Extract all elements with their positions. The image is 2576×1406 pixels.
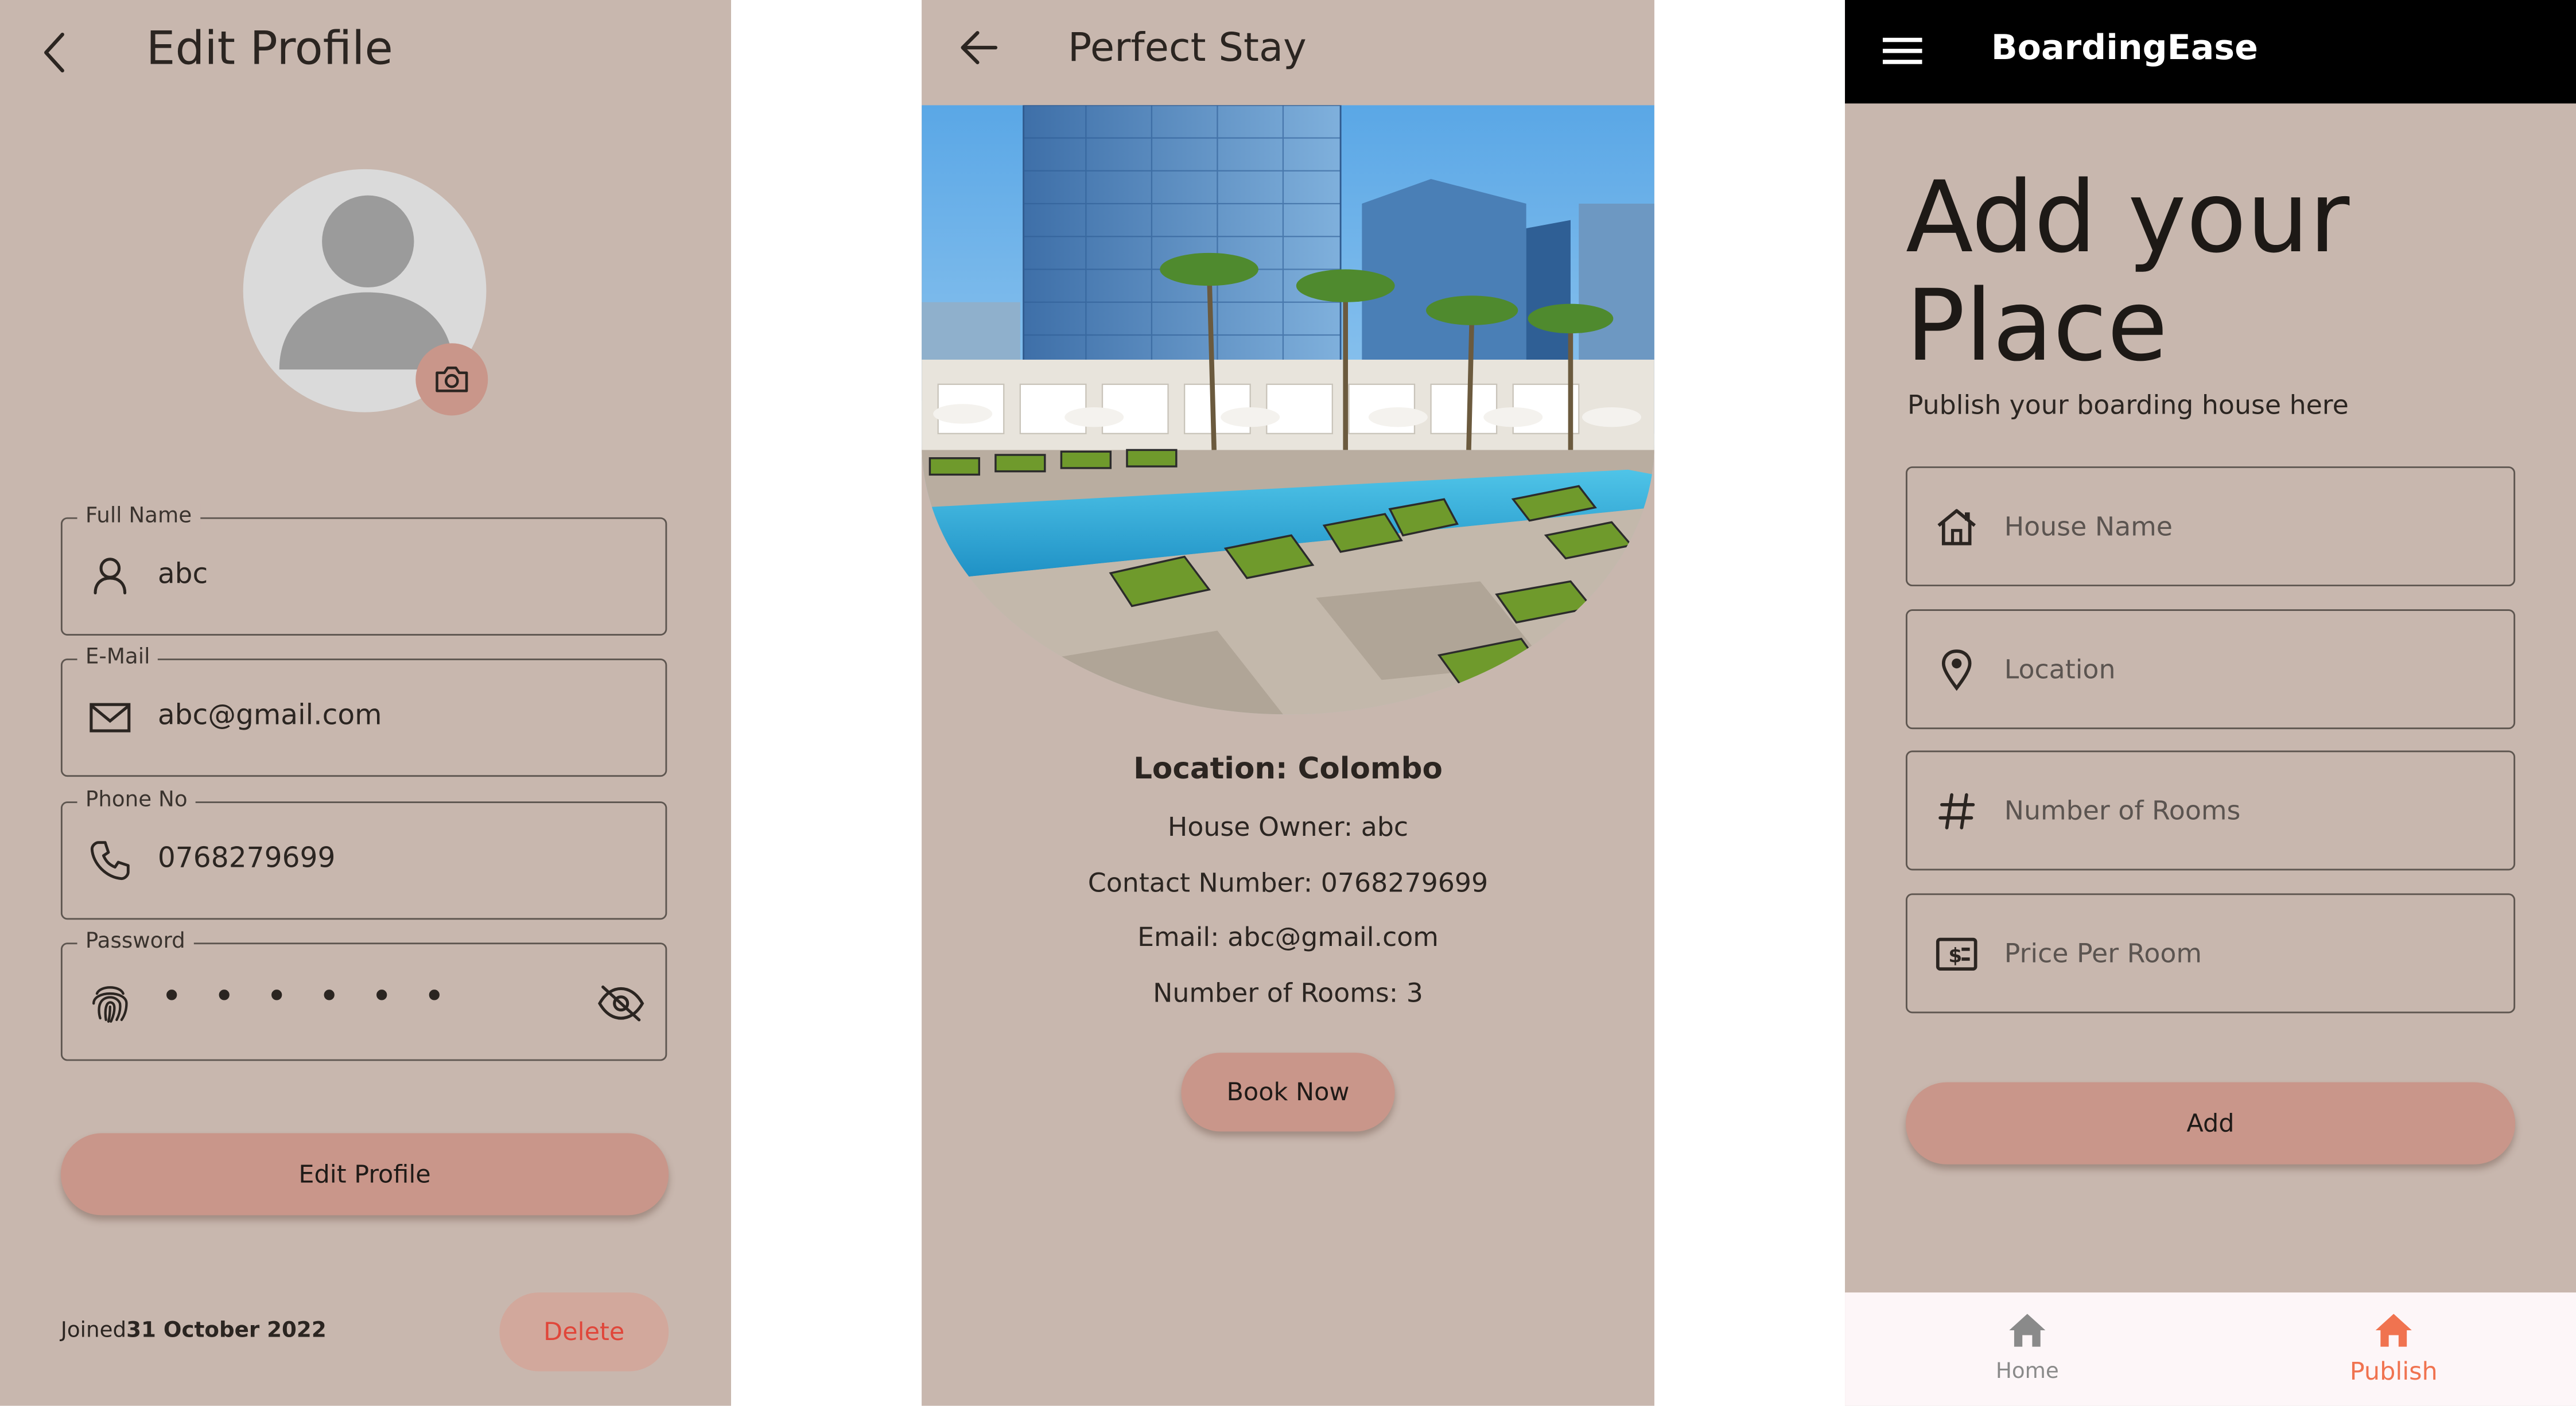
camera-icon bbox=[436, 366, 468, 392]
app-brand: BoardingEase bbox=[1991, 28, 2258, 68]
page-title: Perfect Stay bbox=[1067, 24, 1307, 71]
location-text: Location: Colombo bbox=[1133, 752, 1443, 787]
home-icon bbox=[2311, 1309, 2476, 1352]
svg-text:$: $ bbox=[1948, 945, 1962, 968]
hamburger-menu-icon bbox=[1882, 37, 1922, 64]
email-field[interactable]: E-Mail abc@gmail.com bbox=[60, 645, 667, 777]
price-per-room-placeholder: Price Per Room bbox=[2004, 937, 2202, 969]
hash-icon bbox=[1934, 788, 1980, 834]
eye-off-icon bbox=[597, 986, 644, 1022]
app-bar: BoardingEase bbox=[1845, 0, 2576, 104]
app-bar: Edit Profile bbox=[0, 0, 731, 105]
house-name-input[interactable]: House Name bbox=[1905, 466, 2516, 587]
rooms-text: Number of Rooms: 3 bbox=[1153, 977, 1423, 1008]
page-title: Edit Profile bbox=[146, 21, 393, 76]
location-placeholder: Location bbox=[2004, 653, 2116, 685]
nav-item-publish[interactable]: Publish bbox=[2311, 1309, 2476, 1386]
back-button[interactable] bbox=[953, 21, 1005, 74]
property-photo bbox=[922, 105, 1654, 715]
joined-label: Joined bbox=[60, 1318, 127, 1343]
joined-value: 31 October 2022 bbox=[126, 1318, 327, 1343]
mail-icon bbox=[89, 696, 131, 739]
price-tag-icon: $ bbox=[1934, 931, 1980, 977]
field-label: Phone No bbox=[77, 788, 196, 815]
change-photo-button[interactable] bbox=[415, 343, 488, 416]
edit-profile-screen: Edit Profile Full Name abc E-Mail abc@gm… bbox=[0, 0, 731, 1406]
email-value: abc@gmail.com bbox=[157, 699, 382, 733]
full-name-field[interactable]: Full Name abc bbox=[60, 504, 667, 636]
full-name-value: abc bbox=[157, 558, 208, 591]
house-icon bbox=[1934, 504, 1980, 550]
edit-profile-button[interactable]: Edit Profile bbox=[60, 1133, 669, 1216]
house-name-placeholder: House Name bbox=[2004, 511, 2173, 542]
price-per-room-input[interactable]: $ Price Per Room bbox=[1905, 893, 2516, 1014]
arrow-left-icon bbox=[961, 31, 998, 64]
phone-field[interactable]: Phone No 0768279699 bbox=[60, 788, 667, 920]
person-icon bbox=[89, 555, 131, 598]
owner-text: House Owner: abc bbox=[1167, 811, 1409, 843]
back-button[interactable] bbox=[30, 26, 83, 79]
contact-text: Contact Number: 0768279699 bbox=[1087, 867, 1489, 899]
listing-details-screen: Perfect Stay Location: Colombo House Own… bbox=[922, 0, 1654, 1406]
app-bar: Perfect Stay bbox=[922, 0, 1654, 105]
field-label: Full Name bbox=[77, 504, 200, 531]
email-text: Email: abc@gmail.com bbox=[1137, 921, 1439, 953]
password-field[interactable]: Password • • • • • • bbox=[60, 929, 667, 1061]
nav-label-publish: Publish bbox=[2349, 1356, 2438, 1386]
location-input[interactable]: Location bbox=[1905, 609, 2516, 730]
page-heading: Add your Place bbox=[1906, 164, 2349, 381]
chevron-left-icon bbox=[44, 32, 64, 73]
field-label: E-Mail bbox=[77, 645, 158, 672]
number-of-rooms-placeholder: Number of Rooms bbox=[2004, 794, 2241, 827]
phone-icon bbox=[89, 839, 131, 882]
hotel-pool-image bbox=[922, 105, 1654, 715]
number-of-rooms-input[interactable]: Number of Rooms bbox=[1905, 750, 2516, 871]
delete-button[interactable]: Delete bbox=[499, 1292, 669, 1372]
heading-line-1: Add your bbox=[1905, 161, 2350, 276]
menu-button[interactable] bbox=[1878, 28, 1927, 74]
nav-item-home[interactable]: Home bbox=[1945, 1309, 2109, 1385]
nav-label-home: Home bbox=[1995, 1360, 2059, 1385]
heading-line-2: Place bbox=[1905, 269, 2168, 384]
location-pin-icon bbox=[1934, 647, 1980, 693]
book-now-button[interactable]: Book Now bbox=[1181, 1053, 1395, 1132]
page-subtitle: Publish your boarding house here bbox=[1907, 389, 2349, 420]
home-icon bbox=[1945, 1309, 2109, 1352]
joined-date: Joined31 October 2022 bbox=[61, 1319, 327, 1343]
password-value: • • • • • • bbox=[161, 977, 455, 1018]
bottom-navigation: Home Publish bbox=[1845, 1292, 2576, 1406]
field-label: Password bbox=[77, 929, 194, 956]
add-place-screen: BoardingEase Add your Place Publish your… bbox=[1845, 0, 2576, 1406]
toggle-visibility-button[interactable] bbox=[596, 980, 646, 1026]
add-button[interactable]: Add bbox=[1905, 1082, 2516, 1164]
fingerprint-icon bbox=[89, 980, 131, 1023]
phone-value: 0768279699 bbox=[157, 842, 336, 875]
